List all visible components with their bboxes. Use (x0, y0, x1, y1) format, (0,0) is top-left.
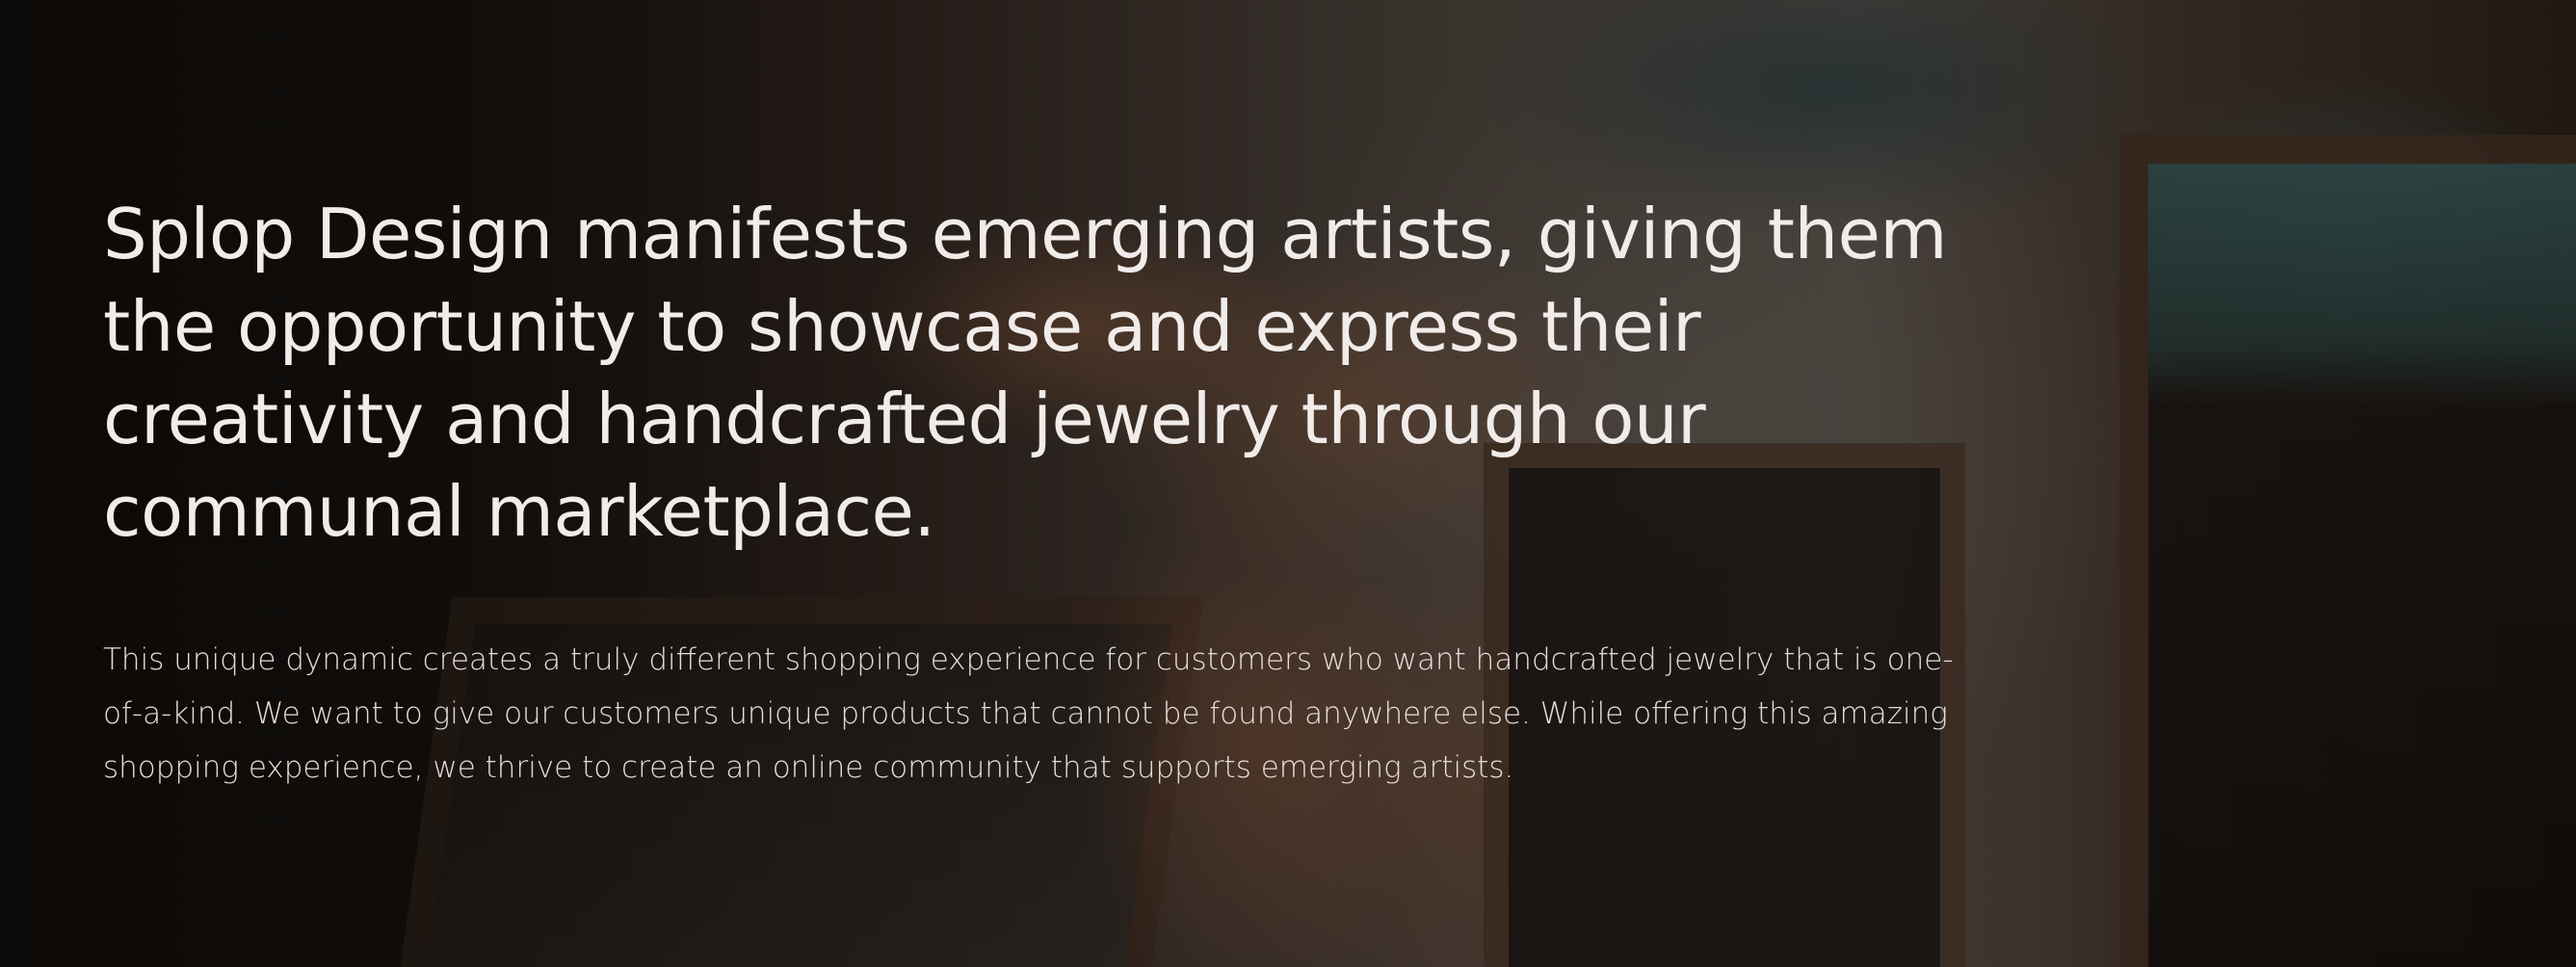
hero-description: This unique dynamic creates a truly diff… (103, 642, 1954, 785)
hero-headline: Splop Design manifests emerging artists,… (103, 194, 1948, 552)
hero-content: Splop Design manifests emerging artists,… (103, 188, 1982, 795)
hero-section: Splop Design manifests emerging artists,… (0, 0, 2576, 967)
